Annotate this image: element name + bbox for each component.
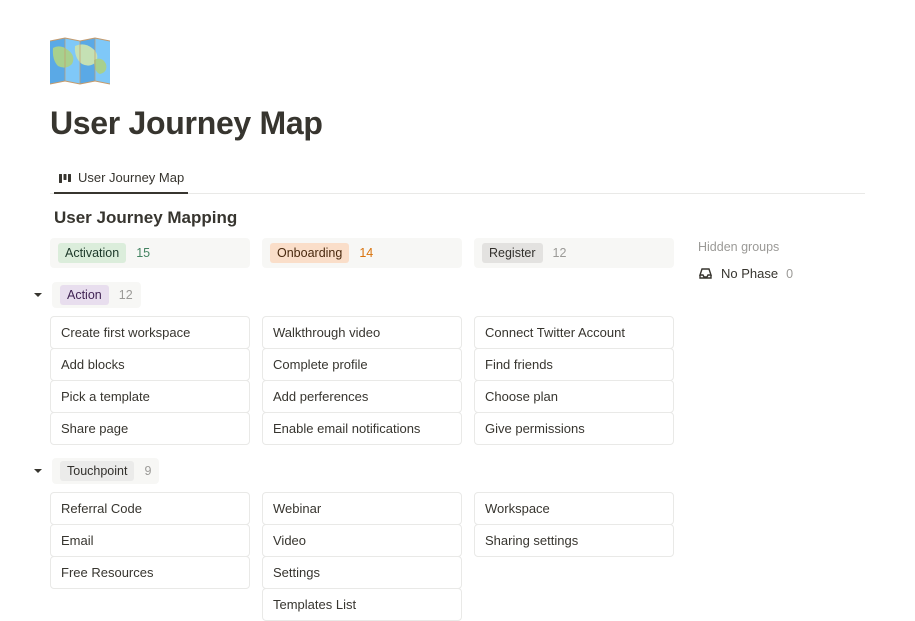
inbox-icon	[698, 266, 713, 281]
phase-pill: Onboarding	[270, 243, 349, 263]
card[interactable]: Add blocks	[50, 348, 250, 381]
card[interactable]: Pick a template	[50, 380, 250, 413]
card[interactable]: Add perferences	[262, 380, 462, 413]
card[interactable]: Free Resources	[50, 556, 250, 589]
phase-pill: Activation	[58, 243, 126, 263]
phase-count: 14	[359, 246, 373, 260]
hidden-group-no-phase[interactable]: No Phase 0	[698, 266, 818, 281]
card[interactable]: Enable email notifications	[262, 412, 462, 445]
phase-header[interactable]: Onboarding 14	[262, 238, 462, 268]
group-header[interactable]: Touchpoint 9	[52, 458, 159, 484]
world-map-icon[interactable]	[50, 36, 110, 86]
tab-label: User Journey Map	[78, 170, 184, 185]
board-title: User Journey Mapping	[54, 208, 865, 228]
card[interactable]: Workspace	[474, 492, 674, 525]
tab-user-journey-map[interactable]: User Journey Map	[54, 164, 188, 194]
card[interactable]: Choose plan	[474, 380, 674, 413]
phase-count: 15	[136, 246, 150, 260]
group-pill: Action	[60, 285, 109, 305]
caret-down-icon[interactable]	[32, 465, 44, 477]
phase-header[interactable]: Register 12	[474, 238, 674, 268]
board-icon	[58, 171, 72, 185]
phase-pill: Register	[482, 243, 543, 263]
phase-count: 12	[553, 246, 567, 260]
group-count: 12	[119, 288, 133, 302]
card[interactable]: Email	[50, 524, 250, 557]
hidden-groups-label: Hidden groups	[698, 240, 818, 254]
page-title: User Journey Map	[50, 104, 865, 142]
card[interactable]: Connect Twitter Account	[474, 316, 674, 349]
card[interactable]: Walkthrough video	[262, 316, 462, 349]
no-phase-count: 0	[786, 267, 793, 281]
card[interactable]: Complete profile	[262, 348, 462, 381]
caret-down-icon[interactable]	[32, 289, 44, 301]
card[interactable]: Referral Code	[50, 492, 250, 525]
card[interactable]: Templates List	[262, 588, 462, 621]
card[interactable]: Video	[262, 524, 462, 557]
card[interactable]: Create first workspace	[50, 316, 250, 349]
card[interactable]: Give permissions	[474, 412, 674, 445]
phase-header[interactable]: Activation 15	[50, 238, 250, 268]
card[interactable]: Share page	[50, 412, 250, 445]
no-phase-label: No Phase	[721, 266, 778, 281]
card[interactable]: Webinar	[262, 492, 462, 525]
group-pill: Touchpoint	[60, 461, 134, 481]
card[interactable]: Find friends	[474, 348, 674, 381]
group-count: 9	[144, 464, 151, 478]
group-header[interactable]: Action 12	[52, 282, 141, 308]
card[interactable]: Settings	[262, 556, 462, 589]
card[interactable]: Sharing settings	[474, 524, 674, 557]
